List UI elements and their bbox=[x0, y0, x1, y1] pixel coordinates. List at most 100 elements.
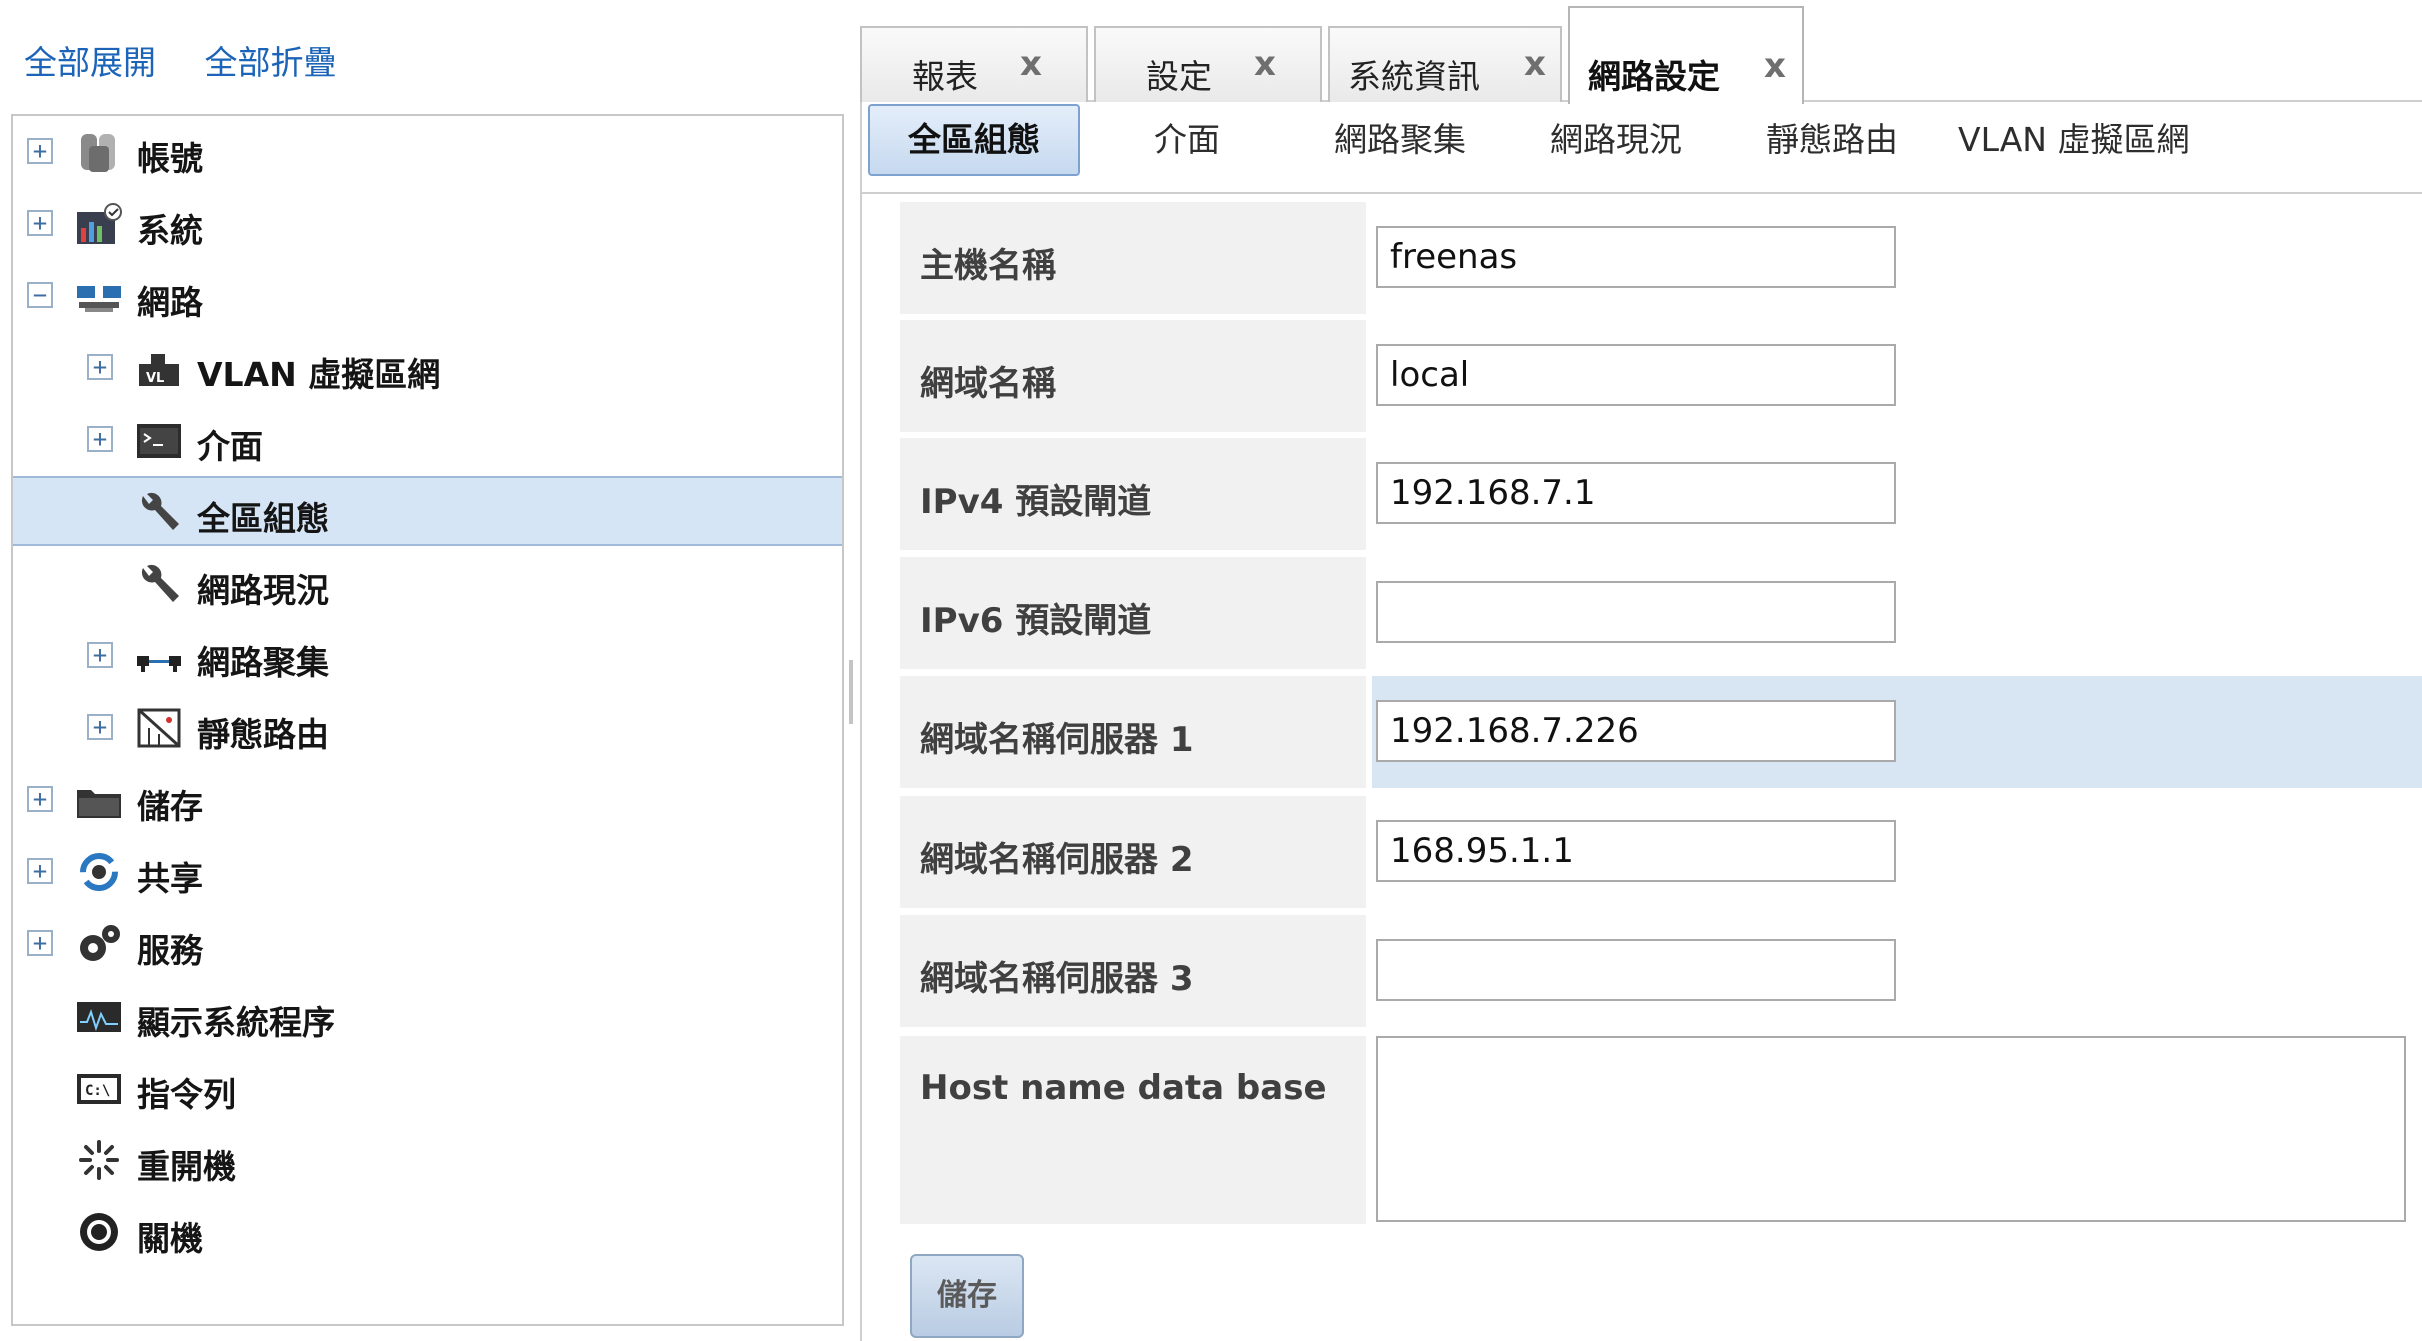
field-label: 網域名稱伺服器 1 bbox=[900, 676, 1366, 788]
close-icon[interactable]: x bbox=[1020, 44, 1042, 84]
terminal-icon bbox=[137, 424, 181, 458]
tab-label: 報表 bbox=[912, 57, 978, 96]
tree-node-system[interactable]: + 系統 bbox=[13, 188, 842, 260]
tree-node-shutdown[interactable]: 關機 bbox=[13, 1196, 842, 1268]
users-icon bbox=[81, 134, 115, 172]
shell-icon: C:\ bbox=[77, 1074, 121, 1104]
svg-text:VL: VL bbox=[146, 371, 164, 386]
link-aggregation-icon bbox=[137, 656, 181, 672]
tree-node-network-summary[interactable]: 網路現況 bbox=[13, 548, 842, 620]
field-label: 網域名稱伺服器 3 bbox=[900, 915, 1366, 1027]
expand-toggle[interactable]: + bbox=[87, 714, 113, 740]
hostname-input[interactable] bbox=[1376, 226, 1896, 288]
tree-node-label: 儲存 bbox=[137, 787, 203, 826]
power-icon bbox=[80, 1213, 118, 1251]
field-label: 網域名稱 bbox=[900, 320, 1366, 432]
sharing-icon bbox=[80, 853, 118, 891]
tab-network-settings[interactable]: 網路設定 x bbox=[1568, 6, 1804, 104]
expand-toggle[interactable]: + bbox=[27, 138, 53, 164]
content-border bbox=[860, 100, 862, 1341]
tab-settings[interactable]: 設定 x bbox=[1094, 26, 1322, 102]
tree-node-interfaces[interactable]: + 介面 bbox=[13, 404, 842, 476]
system-monitor-icon bbox=[77, 203, 122, 244]
tree-node-label: 網路 bbox=[137, 283, 203, 322]
nameserver3-input[interactable] bbox=[1376, 939, 1896, 1001]
network-icon bbox=[77, 286, 121, 312]
subtab-interfaces[interactable]: 介面 bbox=[1154, 104, 1220, 176]
nameserver1-input[interactable] bbox=[1376, 700, 1896, 762]
tree-node-link-aggregation[interactable]: + 網路聚集 bbox=[13, 620, 842, 692]
tree-node-shell[interactable]: C:\ 指令列 bbox=[13, 1052, 842, 1124]
field-label: 網域名稱伺服器 2 bbox=[900, 796, 1366, 908]
expand-toggle[interactable]: + bbox=[87, 642, 113, 668]
tree-node-label: 網路現況 bbox=[197, 571, 329, 610]
tree-toolbar: 全部展開 全部折疊 bbox=[24, 36, 375, 84]
nameserver2-input[interactable] bbox=[1376, 820, 1896, 882]
domain-input[interactable] bbox=[1376, 344, 1896, 406]
tree-node-label: 共享 bbox=[137, 859, 203, 898]
expand-toggle[interactable]: + bbox=[87, 354, 113, 380]
navigation-tree: + 帳號 + 系統 − 網路 + VL VLAN 虛擬區網 + 介面 全區組態 … bbox=[11, 114, 844, 1326]
static-route-icon bbox=[137, 708, 181, 748]
tree-node-reboot[interactable]: 重開機 bbox=[13, 1124, 842, 1196]
close-icon[interactable]: x bbox=[1254, 44, 1276, 84]
tab-label: 設定 bbox=[1146, 57, 1212, 96]
tab-reports[interactable]: 報表 x bbox=[860, 26, 1088, 102]
subtab-network-summary[interactable]: 網路現況 bbox=[1550, 104, 1682, 176]
tree-node-services[interactable]: + 服務 bbox=[13, 908, 842, 980]
reboot-icon bbox=[79, 1140, 119, 1180]
services-gear-icon bbox=[80, 925, 120, 961]
process-monitor-icon bbox=[77, 1002, 121, 1032]
close-icon[interactable]: x bbox=[1764, 46, 1786, 86]
field-label: Host name data base bbox=[900, 1036, 1366, 1224]
tree-node-accounts[interactable]: + 帳號 bbox=[13, 116, 842, 188]
tree-node-label: 關機 bbox=[137, 1219, 203, 1258]
tree-node-label: 全區組態 bbox=[197, 499, 329, 538]
tree-node-label: 介面 bbox=[197, 427, 263, 466]
svg-text:C:\: C:\ bbox=[85, 1083, 110, 1099]
pane-splitter[interactable] bbox=[849, 660, 853, 724]
tab-system-information[interactable]: 系統資訊 x bbox=[1328, 26, 1562, 102]
subtab-strip-line bbox=[860, 192, 2422, 194]
expand-toggle[interactable]: + bbox=[27, 210, 53, 236]
tree-node-label: 重開機 bbox=[137, 1147, 236, 1186]
subtab-global-configuration[interactable]: 全區組態 bbox=[868, 104, 1080, 176]
tree-node-network[interactable]: − 網路 bbox=[13, 260, 842, 332]
tree-node-label: 系統 bbox=[137, 211, 203, 250]
tab-label: 系統資訊 bbox=[1348, 57, 1480, 96]
expand-toggle[interactable]: + bbox=[87, 426, 113, 452]
wrench-icon bbox=[141, 492, 179, 530]
host-name-database-textarea[interactable] bbox=[1376, 1036, 2406, 1222]
save-button[interactable]: 儲存 bbox=[910, 1254, 1024, 1338]
field-label: 主機名稱 bbox=[900, 202, 1366, 314]
tree-node-label: 網路聚集 bbox=[197, 643, 329, 682]
tree-node-storage[interactable]: + 儲存 bbox=[13, 764, 842, 836]
subtab-vlans[interactable]: VLAN 虛擬區網 bbox=[1958, 104, 2189, 176]
close-icon[interactable]: x bbox=[1524, 44, 1546, 84]
tree-node-label: 帳號 bbox=[137, 139, 203, 178]
expand-toggle[interactable]: + bbox=[27, 930, 53, 956]
collapse-all-link[interactable]: 全部折疊 bbox=[205, 43, 337, 82]
tab-label: 網路設定 bbox=[1588, 57, 1720, 96]
tree-node-sharing[interactable]: + 共享 bbox=[13, 836, 842, 908]
subtab-static-routes[interactable]: 靜態路由 bbox=[1766, 104, 1898, 176]
tree-node-label: 顯示系統程序 bbox=[137, 1003, 335, 1042]
field-label: IPv4 預設閘道 bbox=[900, 438, 1366, 550]
tree-node-display-processes[interactable]: 顯示系統程序 bbox=[13, 980, 842, 1052]
expand-toggle[interactable]: + bbox=[27, 786, 53, 812]
tree-node-static-routes[interactable]: + 靜態路由 bbox=[13, 692, 842, 764]
tree-node-vlan[interactable]: + VL VLAN 虛擬區網 bbox=[13, 332, 842, 404]
ipv4-gateway-input[interactable] bbox=[1376, 462, 1896, 524]
tree-node-label: 服務 bbox=[137, 931, 203, 970]
vlan-icon: VL bbox=[139, 354, 179, 386]
expand-toggle[interactable]: + bbox=[27, 858, 53, 884]
tree-node-label: VLAN 虛擬區網 bbox=[197, 355, 441, 394]
wrench-icon bbox=[141, 564, 179, 602]
field-label: IPv6 預設閘道 bbox=[900, 557, 1366, 669]
subtab-link-aggregations[interactable]: 網路聚集 bbox=[1334, 104, 1466, 176]
tree-node-label: 靜態路由 bbox=[197, 715, 329, 754]
tree-node-global-config[interactable]: 全區組態 bbox=[13, 476, 842, 546]
expand-all-link[interactable]: 全部展開 bbox=[24, 43, 156, 82]
collapse-toggle[interactable]: − bbox=[27, 282, 53, 308]
ipv6-gateway-input[interactable] bbox=[1376, 581, 1896, 643]
